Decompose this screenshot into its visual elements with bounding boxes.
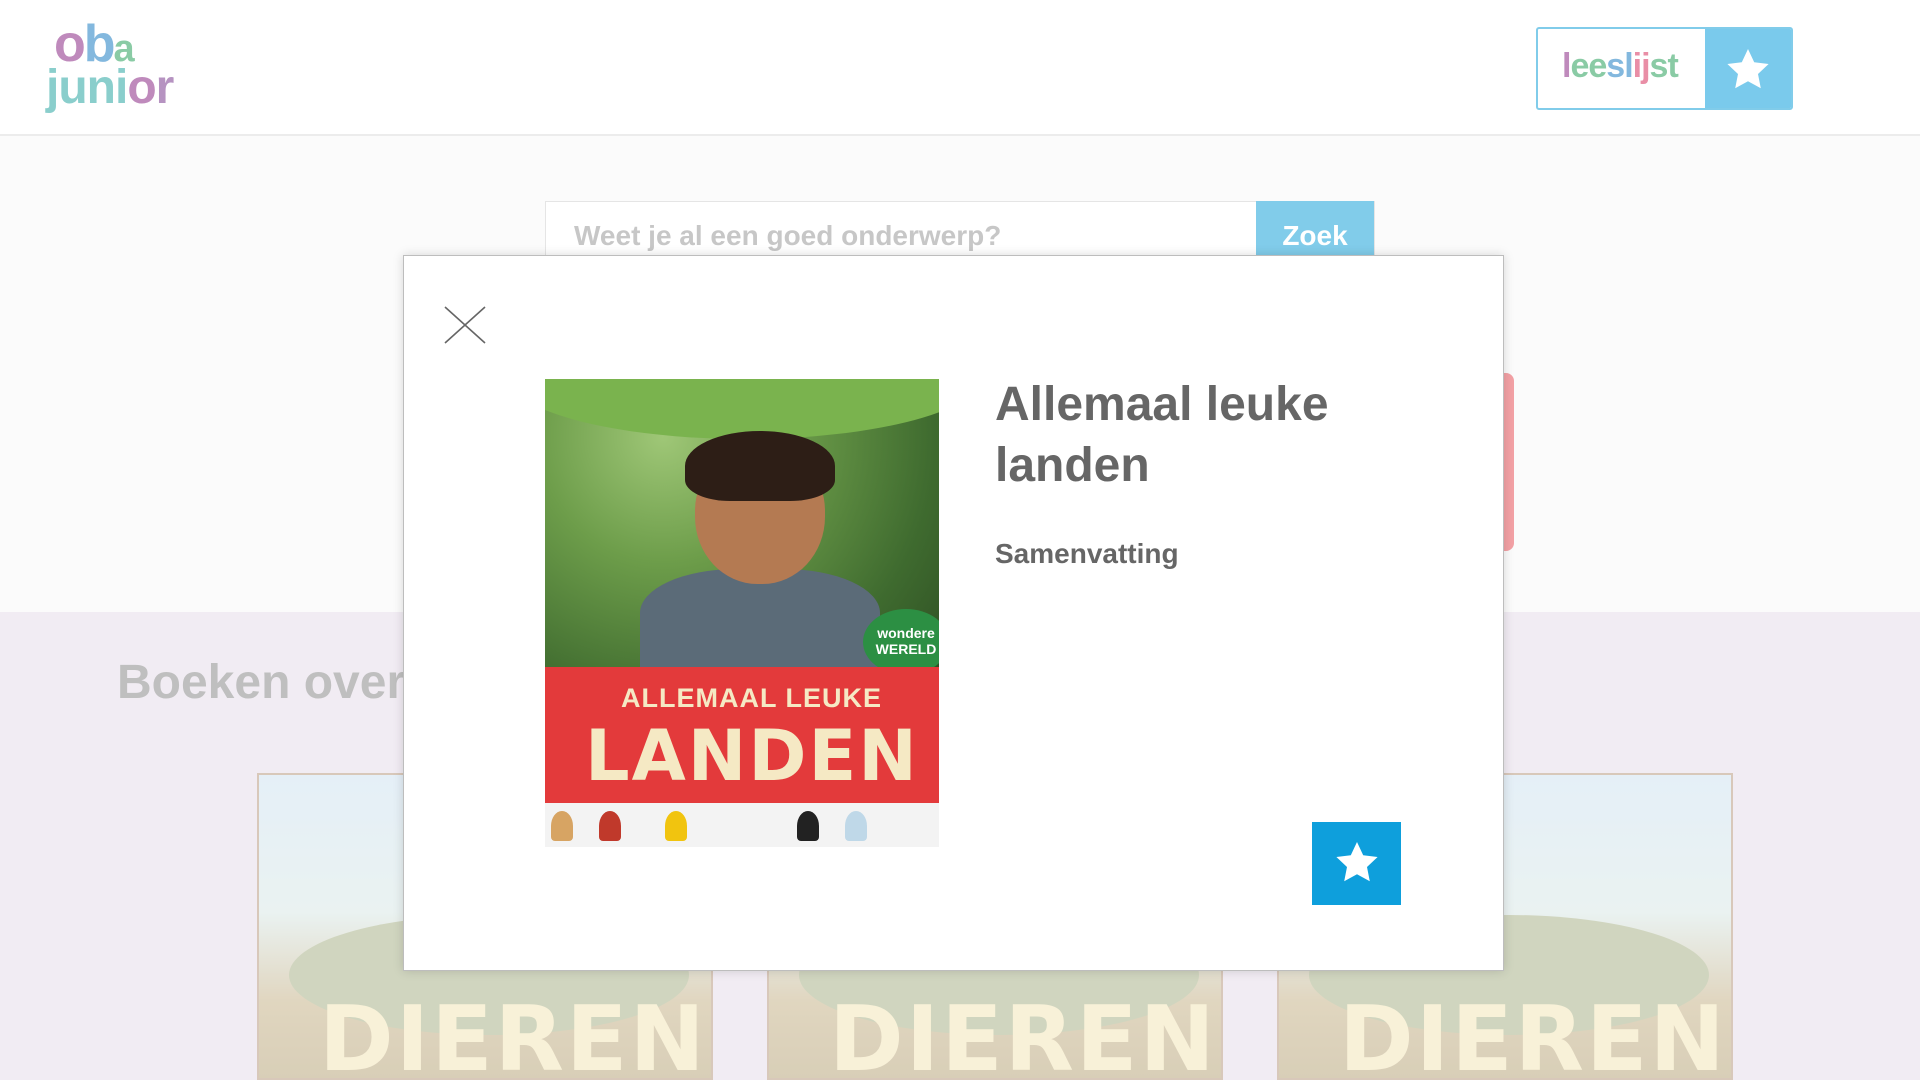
cover-child-hair	[685, 431, 835, 501]
cover-title-line2: LANDEN	[585, 715, 919, 797]
summary-label: Samenvatting	[995, 538, 1179, 569]
book-title: Allemaal leuke landen	[995, 378, 1329, 492]
star-icon	[1333, 839, 1381, 888]
close-icon[interactable]	[440, 300, 490, 350]
cover-people-strip	[545, 803, 939, 847]
cover-banner: ALLEMAAL LEUKE LANDEN	[545, 667, 939, 847]
cover-figure	[845, 811, 867, 841]
cover-series-badge: wondere WERELD	[863, 609, 939, 675]
cover-figure	[797, 811, 819, 841]
add-to-leeslijst-button[interactable]	[1312, 822, 1401, 905]
cover-figure	[599, 811, 621, 841]
cover-figure	[665, 811, 687, 841]
cover-title-line1: ALLEMAAL LEUKE	[621, 683, 882, 713]
book-detail-modal: wondere WERELD ALLEMAAL LEUKE LANDEN All…	[403, 255, 1504, 971]
cover-figure	[551, 811, 573, 841]
cover-child-shirt	[640, 569, 880, 679]
book-cover-image: wondere WERELD ALLEMAAL LEUKE LANDEN	[545, 379, 939, 847]
